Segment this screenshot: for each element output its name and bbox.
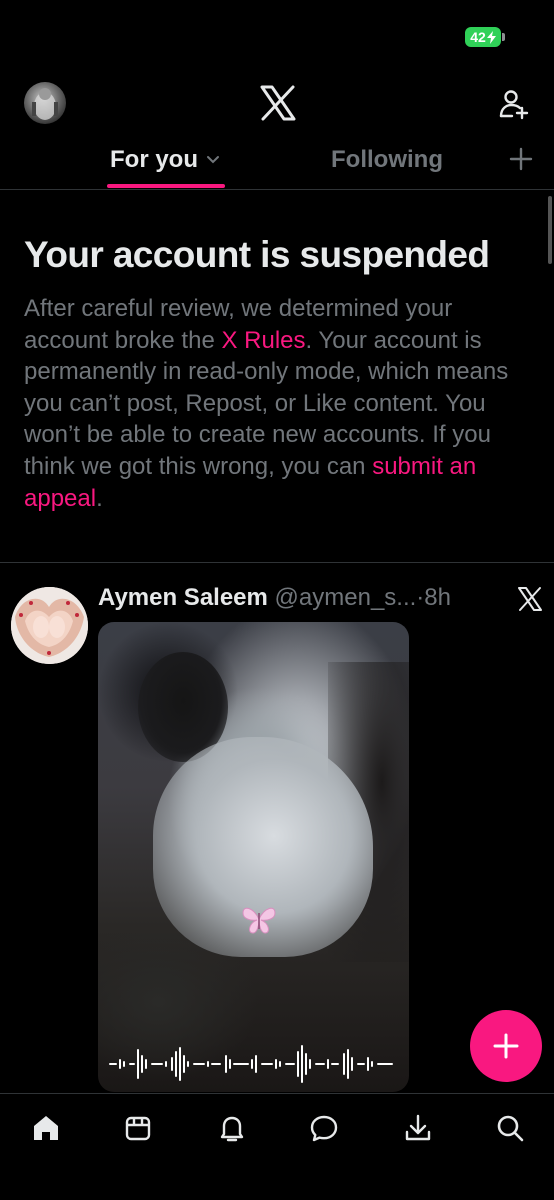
battery-indicator: 42 (465, 27, 505, 47)
bottom-navigation (0, 1093, 554, 1200)
x-rules-link[interactable]: X Rules (221, 327, 305, 354)
tweet-video[interactable] (98, 622, 409, 1092)
battery-level: 42 (465, 27, 501, 47)
suspension-title: Your account is suspended (24, 234, 490, 275)
plus-icon[interactable] (508, 146, 534, 172)
suspension-message: After careful review, we determined your… (24, 293, 529, 514)
battery-cap (502, 33, 505, 41)
add-user-icon[interactable] (498, 88, 530, 120)
x-logo-icon (518, 587, 542, 611)
profile-avatar[interactable] (24, 82, 66, 124)
header-divider (0, 189, 554, 190)
tab-for-you[interactable]: For you (110, 146, 220, 174)
tweet-author-avatar[interactable] (11, 587, 88, 664)
x-logo-icon[interactable] (259, 84, 297, 122)
notifications-icon[interactable] (216, 1112, 248, 1144)
chevron-down-icon (207, 156, 219, 164)
tweet-header: Aymen Saleem @aymen_s...·8h (98, 584, 478, 612)
tweet-timestamp[interactable]: 8h (424, 584, 451, 611)
avatar-photo (32, 88, 58, 120)
search-icon[interactable] (494, 1112, 526, 1144)
scrollbar[interactable] (548, 196, 552, 264)
compose-post-button[interactable] (470, 1010, 542, 1082)
tab-following[interactable]: Following (331, 146, 443, 174)
tab-following-label: Following (331, 146, 443, 173)
tweet-author-handle[interactable]: @aymen_s... (275, 584, 417, 611)
download-icon[interactable] (402, 1112, 434, 1144)
bolt-icon (486, 30, 496, 44)
butterfly-icon (242, 907, 276, 934)
active-tab-indicator (107, 184, 225, 188)
avatar-hands-photo (11, 587, 88, 664)
tweet-author-name[interactable]: Aymen Saleem (98, 584, 268, 611)
battery-percent: 42 (470, 29, 486, 45)
home-icon[interactable] (30, 1112, 62, 1144)
grok-icon[interactable] (122, 1112, 154, 1144)
messages-icon[interactable] (308, 1112, 340, 1144)
notice-divider (0, 562, 554, 563)
tab-for-you-label: For you (110, 146, 198, 173)
plus-icon (493, 1033, 519, 1059)
suspension-text-end: . (96, 484, 103, 512)
audio-waveform-icon (109, 1045, 393, 1083)
